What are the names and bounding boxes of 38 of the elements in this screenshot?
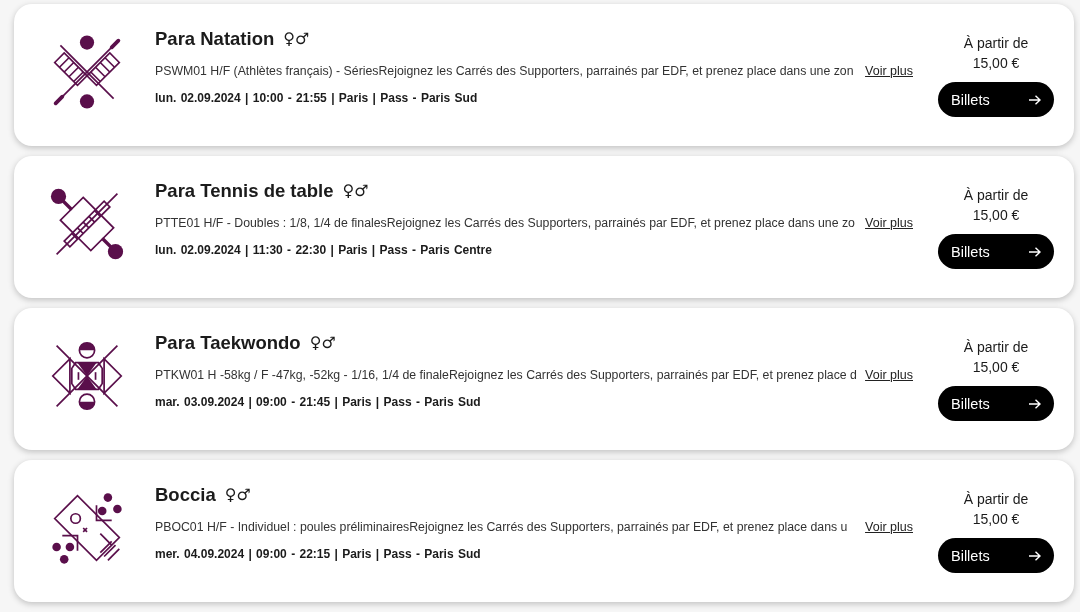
arrow-right-icon (1029, 398, 1041, 409)
tickets-button[interactable]: Billets (938, 538, 1054, 573)
gender-symbols: ♀♂ (342, 180, 369, 202)
table-tennis-icon (49, 186, 125, 262)
price-text: 15,00 € (972, 510, 1020, 529)
see-more-link[interactable]: Voir plus (865, 63, 913, 79)
event-details: mer. 04.09.2024 | 09:00 - 22:15 | Paris | Pass - Paris Sud (155, 546, 481, 562)
tickets-button[interactable]: Billets (938, 386, 1054, 421)
event-description: PTTE01 H/F - Doubles : 1/8, 1/4 de finalesRejoignez les Carrés des Supporters, parrainés par EDF, et prenez place dans une zo (155, 215, 855, 231)
price-label: À partir de (963, 338, 1029, 357)
event-title: Para Tennis de table (155, 179, 334, 203)
event-title: Para Taekwondo (155, 331, 301, 355)
arrow-right-icon (1029, 550, 1041, 561)
event-details: lun. 02.09.2024 | 11:30 - 22:30 | Paris | Pass - Paris Centre (155, 242, 492, 258)
see-more-link[interactable]: Voir plus (865, 519, 913, 535)
event-details: lun. 02.09.2024 | 10:00 - 21:55 | Paris | Pass - Paris Sud (155, 90, 478, 106)
event-title: Boccia (155, 483, 216, 507)
boccia-icon (49, 490, 125, 566)
gender-symbols: ♀♂ (309, 332, 336, 354)
tickets-button[interactable]: Billets (938, 234, 1054, 269)
event-description: PSWM01 H/F (Athlètes français) - SériesRejoignez les Carrés des Supporters, parrainés par EDF, et prenez place dans une zon (155, 63, 854, 79)
event-details: mar. 03.09.2024 | 09:00 - 21:45 | Paris | Pass - Paris Sud (155, 394, 481, 410)
arrow-right-icon (1029, 94, 1041, 105)
tickets-button[interactable]: Billets (938, 82, 1054, 117)
price-label: À partir de (963, 490, 1029, 509)
price-text: 15,00 € (972, 358, 1020, 377)
price-label: À partir de (963, 34, 1029, 53)
gender-symbols: ♀♂ (224, 484, 251, 506)
gender-symbols: ♀♂ (283, 28, 310, 50)
see-more-link[interactable]: Voir plus (865, 367, 913, 383)
arrow-right-icon (1029, 246, 1041, 257)
event-description: PTKW01 H -58kg / F -47kg, -52kg - 1/16, 1/4 de finaleRejoignez les Carrés des Supporters, parrainés par EDF, et prenez place d (155, 367, 857, 383)
event-title: Para Natation (155, 27, 275, 51)
price-label: À partir de (963, 186, 1029, 205)
event-description: PBOC01 H/F - Individuel : poules préliminairesRejoignez les Carrés des Supporters, parrainés par EDF, et prenez place dans u (155, 519, 848, 535)
see-more-link[interactable]: Voir plus (865, 215, 913, 231)
price-text: 15,00 € (972, 54, 1020, 73)
price-text: 15,00 € (972, 206, 1020, 225)
